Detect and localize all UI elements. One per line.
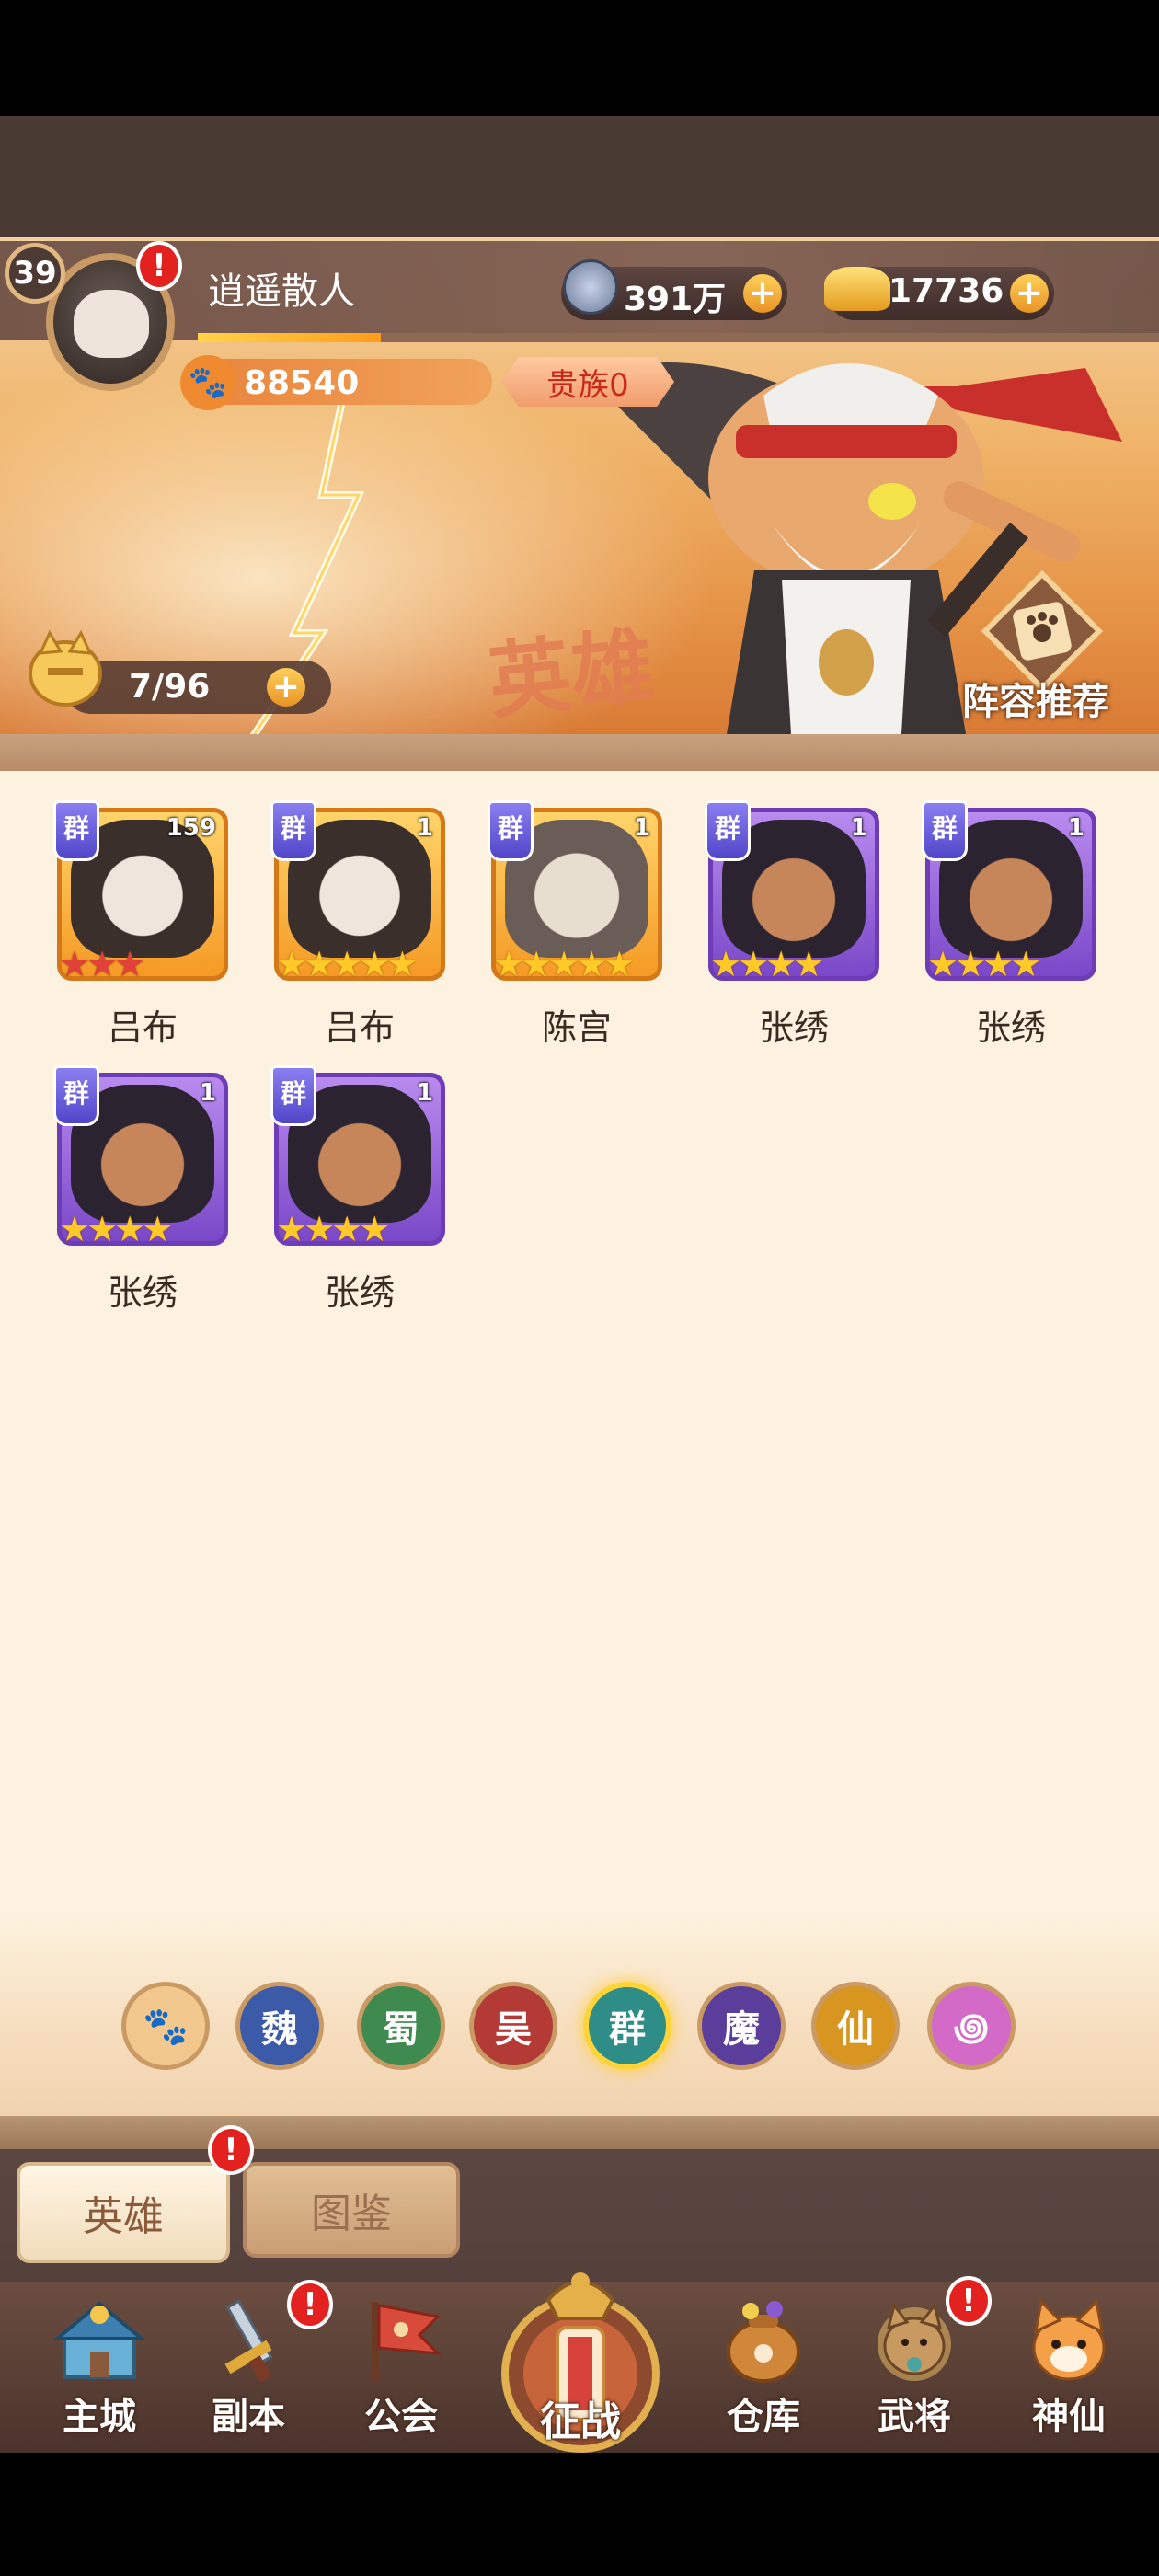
top-spacer: [0, 116, 1159, 237]
hero-faction-tag: 群: [922, 800, 968, 861]
noble-badge[interactable]: 贵族0: [501, 357, 674, 407]
expand-hero-slots-button[interactable]: +: [267, 668, 305, 707]
hero-count-value: 7/96: [129, 668, 211, 706]
dungeon-alert-icon: !: [287, 2280, 333, 2329]
paw-icon: 🐾: [143, 2005, 189, 2048]
hero-faction-tag: 群: [53, 800, 99, 861]
tabs-divider: [0, 2116, 1159, 2149]
add-coins-button[interactable]: +: [743, 274, 782, 313]
star-icon: ★: [1010, 944, 1042, 984]
nav-warehouse[interactable]: 仓库: [703, 2287, 824, 2442]
star-icon: ★: [793, 944, 825, 984]
hero-star-rating: ★ ★ ★ ★: [276, 1209, 390, 1249]
faction-filter-4[interactable]: 群: [583, 1982, 671, 2070]
star-icon: ★: [603, 944, 636, 984]
coin-icon: [563, 259, 618, 315]
hero-faction-tag: 群: [53, 1065, 99, 1126]
star-icon: ★: [276, 1209, 308, 1249]
nav-main-city[interactable]: 主城: [39, 2287, 160, 2442]
hero-name: 张绣: [107, 1272, 178, 1313]
avatar-face: [74, 290, 149, 358]
nav-battle-label: 征战: [540, 2398, 621, 2445]
power-value: 88540: [244, 364, 360, 402]
player-level-badge: 39: [5, 243, 65, 304]
hero-name: 吕布: [324, 1007, 395, 1048]
gold-ingot-icon: [824, 267, 890, 311]
star-icon: ★: [59, 1209, 91, 1249]
hero-faction-tag: 群: [270, 1065, 316, 1126]
heroes-tab-alert-icon: !: [208, 2125, 254, 2175]
gold-value: 17736: [889, 272, 1004, 310]
star-icon: ★: [710, 944, 742, 984]
faction-filter-2[interactable]: 蜀: [357, 1982, 445, 2070]
star-icon: ★: [142, 1209, 174, 1249]
nav-main-city-label: 主城: [63, 2396, 136, 2438]
flag-icon: [372, 2302, 442, 2381]
hero-level: 1: [199, 1079, 216, 1107]
hero-level: 1: [416, 1079, 433, 1107]
hero-star-rating: ★ ★ ★ ★: [59, 1209, 173, 1249]
orange-cat-icon: [1032, 2298, 1106, 2381]
generals-alert-icon: !: [946, 2276, 992, 2326]
hero-level: 1: [416, 814, 433, 842]
nav-dungeon-label: 副本: [212, 2396, 285, 2438]
noble-label: 贵族0: [546, 366, 629, 404]
nav-guild[interactable]: 公会: [340, 2287, 462, 2442]
hero-star-rating: ★ ★ ★ ★: [927, 944, 1042, 984]
star-icon: ★: [493, 944, 525, 984]
nav-battle[interactable]: 征战: [493, 2245, 668, 2456]
paw-icon: 🐾: [180, 355, 235, 410]
tab-gallery[interactable]: 图鉴: [243, 2162, 460, 2258]
hero-star-rating: ★ ★ ★ ★: [710, 944, 824, 984]
faction-filter-paw-icon[interactable]: 🐾: [121, 1982, 210, 2070]
lineup-recommend-label[interactable]: 阵容推荐: [962, 672, 1109, 725]
hero-star-rating: ★ ★ ★: [59, 944, 146, 984]
add-gold-button[interactable]: +: [1010, 274, 1049, 313]
swirl-icon: ꩜: [954, 2006, 989, 2049]
star-icon: ★: [276, 944, 308, 984]
castle-icon: [53, 2301, 145, 2379]
hero-name: 张绣: [324, 1272, 395, 1313]
sword-icon: [224, 2299, 273, 2383]
coins-value: 391万: [624, 281, 727, 318]
faction-filter-1[interactable]: 魏: [235, 1982, 324, 2070]
star-icon: ★: [114, 944, 146, 984]
status-bar: [0, 0, 1159, 116]
faction-filter-5[interactable]: 魔: [697, 1982, 786, 2070]
treasure-bag-icon: [727, 2301, 800, 2383]
system-nav-area: [0, 2453, 1159, 2576]
star-icon: ★: [359, 1209, 391, 1249]
avatar-alert-icon: !: [136, 241, 182, 291]
xp-bar-fill: [198, 333, 381, 342]
player-name: 逍遥散人: [208, 270, 355, 313]
header-divider: [0, 734, 1159, 771]
hero-level: 1: [850, 814, 867, 842]
faction-filter-3[interactable]: 吴: [469, 1982, 557, 2070]
nav-guild-label: 公会: [364, 2396, 438, 2438]
hero-capacity-icon: [29, 629, 102, 707]
star-icon: ★: [386, 944, 419, 984]
hero-level: 159: [166, 814, 216, 842]
star-icon: ★: [927, 944, 959, 984]
nav-warehouse-label: 仓库: [727, 2396, 800, 2438]
hero-level: 1: [1067, 814, 1084, 842]
faction-filter-6[interactable]: 仙: [811, 1982, 900, 2070]
hero-level: 1: [633, 814, 650, 842]
nav-generals-label: 武将: [878, 2396, 951, 2438]
hero-name: 陈宫: [541, 1007, 612, 1048]
faction-filter-swirl-icon[interactable]: ꩜: [927, 1982, 1016, 2070]
tab-heroes[interactable]: 英雄: [17, 2162, 230, 2263]
hero-name: 吕布: [107, 1007, 178, 1048]
hero-name: 张绣: [975, 1007, 1046, 1048]
nav-immortal-label: 神仙: [1032, 2396, 1106, 2438]
hero-faction-tag: 群: [488, 800, 534, 861]
hero-name: 张绣: [758, 1007, 829, 1048]
hero-faction-tag: 群: [270, 800, 316, 861]
hero-star-rating: ★ ★ ★ ★ ★: [276, 944, 418, 984]
nav-immortal[interactable]: 神仙: [1008, 2287, 1130, 2442]
hero-faction-tag: 群: [705, 800, 751, 861]
star-icon: ★: [59, 944, 91, 984]
hero-star-rating: ★ ★ ★ ★ ★: [493, 944, 635, 984]
